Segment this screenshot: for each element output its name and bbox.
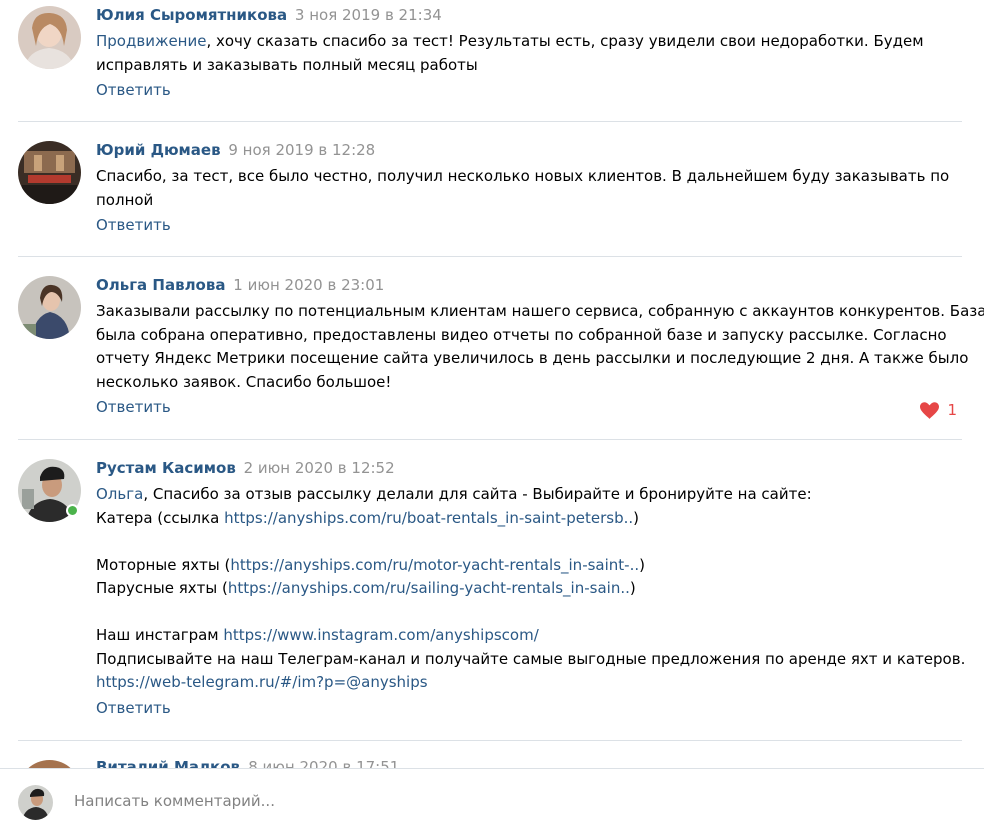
avatar[interactable] xyxy=(18,276,81,339)
comments-feed: Юлия Сыромятникова 3 ноя 2019 в 21:34 Пр… xyxy=(0,0,984,768)
like-count: 1 xyxy=(947,401,957,419)
comment-author[interactable]: Юлия Сыромятникова xyxy=(96,6,287,24)
comment-text: Спасибо, за тест, все было честно, получ… xyxy=(96,167,950,209)
comment-author[interactable]: Ольга Павлова xyxy=(96,276,225,294)
mention-link[interactable]: Ольга xyxy=(96,485,143,503)
motor-yacht-link[interactable]: https://anyships.com/ru/motor-yacht-rent… xyxy=(230,556,639,574)
telegram-link[interactable]: https://web-telegram.ru/#/im?p=@anyships xyxy=(96,673,428,691)
comment-date[interactable]: 3 ноя 2019 в 21:34 xyxy=(295,6,442,24)
reply-button[interactable]: Ответить xyxy=(96,81,171,99)
comment: Юлия Сыромятникова 3 ноя 2019 в 21:34 Пр… xyxy=(0,0,984,122)
comment-input[interactable] xyxy=(62,783,962,819)
reply-button[interactable]: Ответить xyxy=(96,699,171,717)
divider xyxy=(18,439,962,440)
divider xyxy=(18,121,962,122)
comment-author[interactable]: Юрий Дюмаев xyxy=(96,141,221,159)
comment-text: Ольга, Спасибо за отзыв рассылку делали … xyxy=(96,485,966,691)
comment-date[interactable]: 9 ноя 2019 в 12:28 xyxy=(228,141,375,159)
comment-text: Продвижение, хочу сказать спасибо за тес… xyxy=(96,32,924,74)
comment-author[interactable]: Рустам Касимов xyxy=(96,459,236,477)
comment-header-partial: Виталий Малков 8 июн 2020 в 17:51 xyxy=(96,758,399,768)
like-button[interactable]: 1 xyxy=(920,401,957,419)
reply-button[interactable]: Ответить xyxy=(96,216,171,234)
instagram-link[interactable]: https://www.instagram.com/anyshipscom/ xyxy=(223,626,538,644)
divider xyxy=(18,256,962,257)
avatar[interactable] xyxy=(18,6,81,69)
comment: Ольга Павлова 1 июн 2020 в 23:01 Заказыв… xyxy=(0,270,984,440)
comment-date[interactable]: 8 июн 2020 в 17:51 xyxy=(248,758,399,768)
comment-composer xyxy=(0,768,984,832)
boat-rentals-link[interactable]: https://anyships.com/ru/boat-rentals_in-… xyxy=(224,509,633,527)
divider xyxy=(18,740,962,741)
comment: Юрий Дюмаев 9 ноя 2019 в 12:28 Спасибо, … xyxy=(0,135,984,257)
reply-button[interactable]: Ответить xyxy=(96,398,171,416)
comment-date[interactable]: 2 июн 2020 в 12:52 xyxy=(244,459,395,477)
online-indicator xyxy=(66,504,79,517)
comment: Рустам Касимов 2 июн 2020 в 12:52 Ольга,… xyxy=(0,453,984,743)
heart-icon xyxy=(920,401,940,419)
current-user-avatar[interactable] xyxy=(18,785,53,820)
sailing-yacht-link[interactable]: https://anyships.com/ru/sailing-yacht-re… xyxy=(228,579,630,597)
comment-author[interactable]: Виталий Малков xyxy=(96,758,240,768)
avatar[interactable] xyxy=(18,760,81,768)
avatar[interactable] xyxy=(18,141,81,204)
comment-date[interactable]: 1 июн 2020 в 23:01 xyxy=(233,276,384,294)
mention-link[interactable]: Продвижение xyxy=(96,32,206,50)
comment-text: Заказывали рассылку по потенциальным кли… xyxy=(96,302,984,391)
